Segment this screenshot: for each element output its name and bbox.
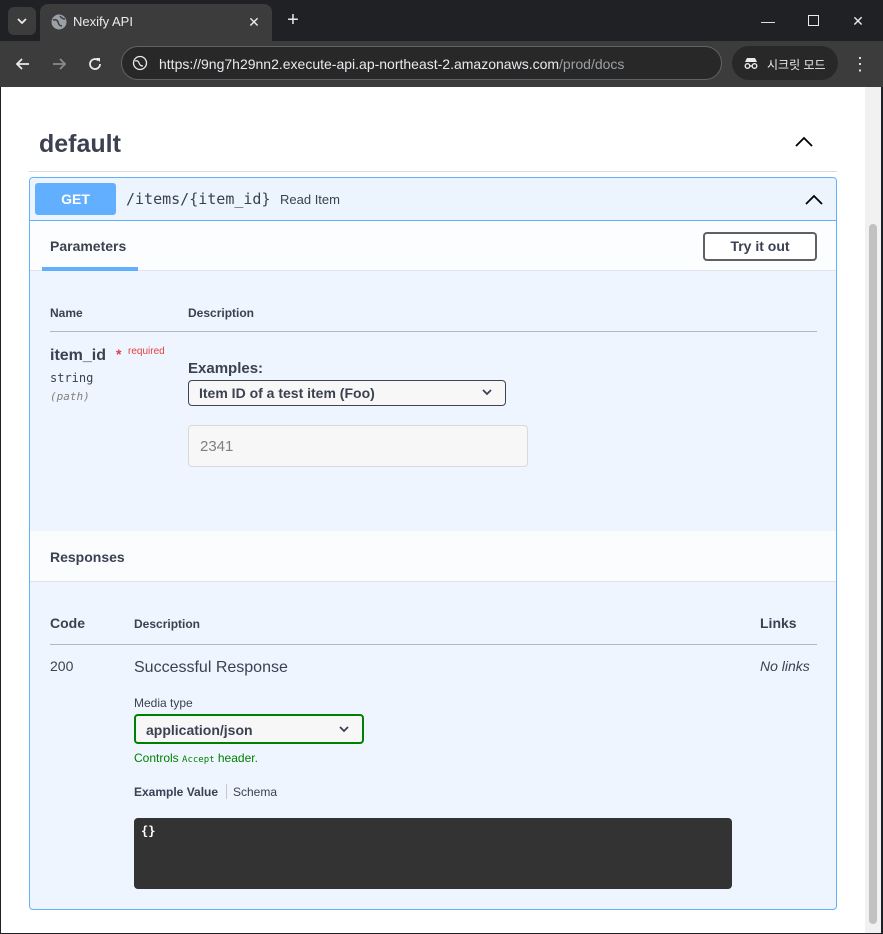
divider bbox=[50, 644, 817, 645]
example-body: {} bbox=[141, 824, 156, 838]
resp-col-links: Links bbox=[760, 615, 797, 631]
examples-select-value: Item ID of a test item (Foo) bbox=[199, 385, 375, 401]
operation-summary[interactable]: GET /items/{item_id} Read Item bbox=[30, 178, 836, 221]
tab-schema[interactable]: Schema bbox=[233, 785, 277, 799]
resp-col-description: Description bbox=[134, 617, 201, 631]
address-bar[interactable]: https://9ng7h29nn2.execute-api.ap-northe… bbox=[121, 46, 722, 80]
minimize-icon[interactable]: — bbox=[756, 9, 780, 33]
media-type-select[interactable]: application/json bbox=[134, 714, 364, 744]
section-header[interactable]: default bbox=[29, 117, 837, 172]
item-id-input-value: 2341 bbox=[200, 438, 234, 455]
try-it-out-button[interactable]: Try it out bbox=[703, 232, 817, 261]
method-badge: GET bbox=[35, 183, 116, 215]
incognito-icon bbox=[744, 58, 758, 69]
tab-title: Nexify API bbox=[73, 14, 133, 29]
response-links: No links bbox=[760, 658, 810, 674]
site-info-icon[interactable] bbox=[132, 55, 148, 71]
forward-icon[interactable] bbox=[46, 51, 72, 77]
close-tab-icon[interactable]: ✕ bbox=[244, 12, 264, 32]
media-type-value: application/json bbox=[146, 722, 253, 738]
param-col-name: Name bbox=[50, 306, 83, 320]
resp-col-code: Code bbox=[50, 615, 85, 631]
operation-block: GET /items/{item_id} Read Item Parameter… bbox=[29, 177, 837, 910]
tab-parameters[interactable]: Parameters bbox=[50, 238, 126, 254]
item-id-input[interactable]: 2341 bbox=[188, 425, 528, 467]
maximize-icon[interactable] bbox=[801, 9, 825, 33]
url-text: https://9ng7h29nn2.execute-api.ap-northe… bbox=[159, 56, 625, 72]
chevron-down-icon bbox=[339, 726, 349, 733]
close-window-icon[interactable]: ✕ bbox=[846, 9, 870, 33]
required-label: required bbox=[128, 346, 165, 357]
browser-tab-active[interactable]: Nexify API ✕ bbox=[40, 4, 272, 41]
chevron-down-icon bbox=[17, 18, 27, 25]
more-menu-icon[interactable]: ⋮ bbox=[850, 51, 870, 77]
operation-path: /items/{item_id} bbox=[126, 190, 271, 208]
operation-summary-text: Read Item bbox=[280, 192, 340, 207]
divider bbox=[50, 331, 817, 332]
examples-label: Examples: bbox=[188, 360, 264, 377]
tab-example-value[interactable]: Example Value bbox=[134, 785, 218, 799]
page-scrollbar[interactable] bbox=[865, 87, 881, 933]
new-tab-button[interactable]: + bbox=[282, 9, 304, 31]
param-name: item_id bbox=[50, 347, 107, 364]
chevron-up-icon[interactable] bbox=[793, 131, 815, 153]
reload-icon[interactable] bbox=[82, 51, 108, 77]
back-icon[interactable] bbox=[10, 51, 36, 77]
browser-titlebar: Nexify API ✕ + — ✕ bbox=[0, 0, 883, 41]
tab-separator bbox=[226, 784, 227, 799]
param-col-description: Description bbox=[188, 306, 255, 320]
param-location: (path) bbox=[50, 390, 90, 403]
section-title: default bbox=[39, 130, 121, 158]
page-viewport: default GET /items/{item_id} Read Item P… bbox=[1, 87, 865, 933]
parameters-header: Parameters Try it out bbox=[30, 221, 836, 271]
required-star: * bbox=[116, 346, 122, 362]
incognito-badge[interactable]: 시크릿 모드 bbox=[732, 46, 838, 80]
media-type-help: Controls Accept header. bbox=[134, 751, 258, 765]
response-code: 200 bbox=[50, 658, 74, 674]
chevron-up-icon[interactable] bbox=[804, 190, 824, 210]
chevron-down-icon bbox=[482, 389, 492, 396]
responses-title: Responses bbox=[50, 549, 125, 565]
param-type: string bbox=[50, 371, 94, 385]
scrollbar-thumb[interactable] bbox=[869, 224, 877, 924]
incognito-label: 시크릿 모드 bbox=[767, 58, 826, 72]
examples-select[interactable]: Item ID of a test item (Foo) bbox=[188, 380, 506, 406]
media-type-label: Media type bbox=[134, 696, 193, 710]
example-code-block: {} bbox=[134, 818, 732, 889]
tab-underline bbox=[42, 267, 138, 271]
responses-header: Responses bbox=[30, 531, 836, 582]
globe-icon bbox=[51, 14, 67, 30]
tab-search-button[interactable] bbox=[8, 7, 36, 35]
response-description: Successful Response bbox=[134, 659, 288, 676]
browser-toolbar: https://9ng7h29nn2.execute-api.ap-northe… bbox=[0, 41, 883, 87]
